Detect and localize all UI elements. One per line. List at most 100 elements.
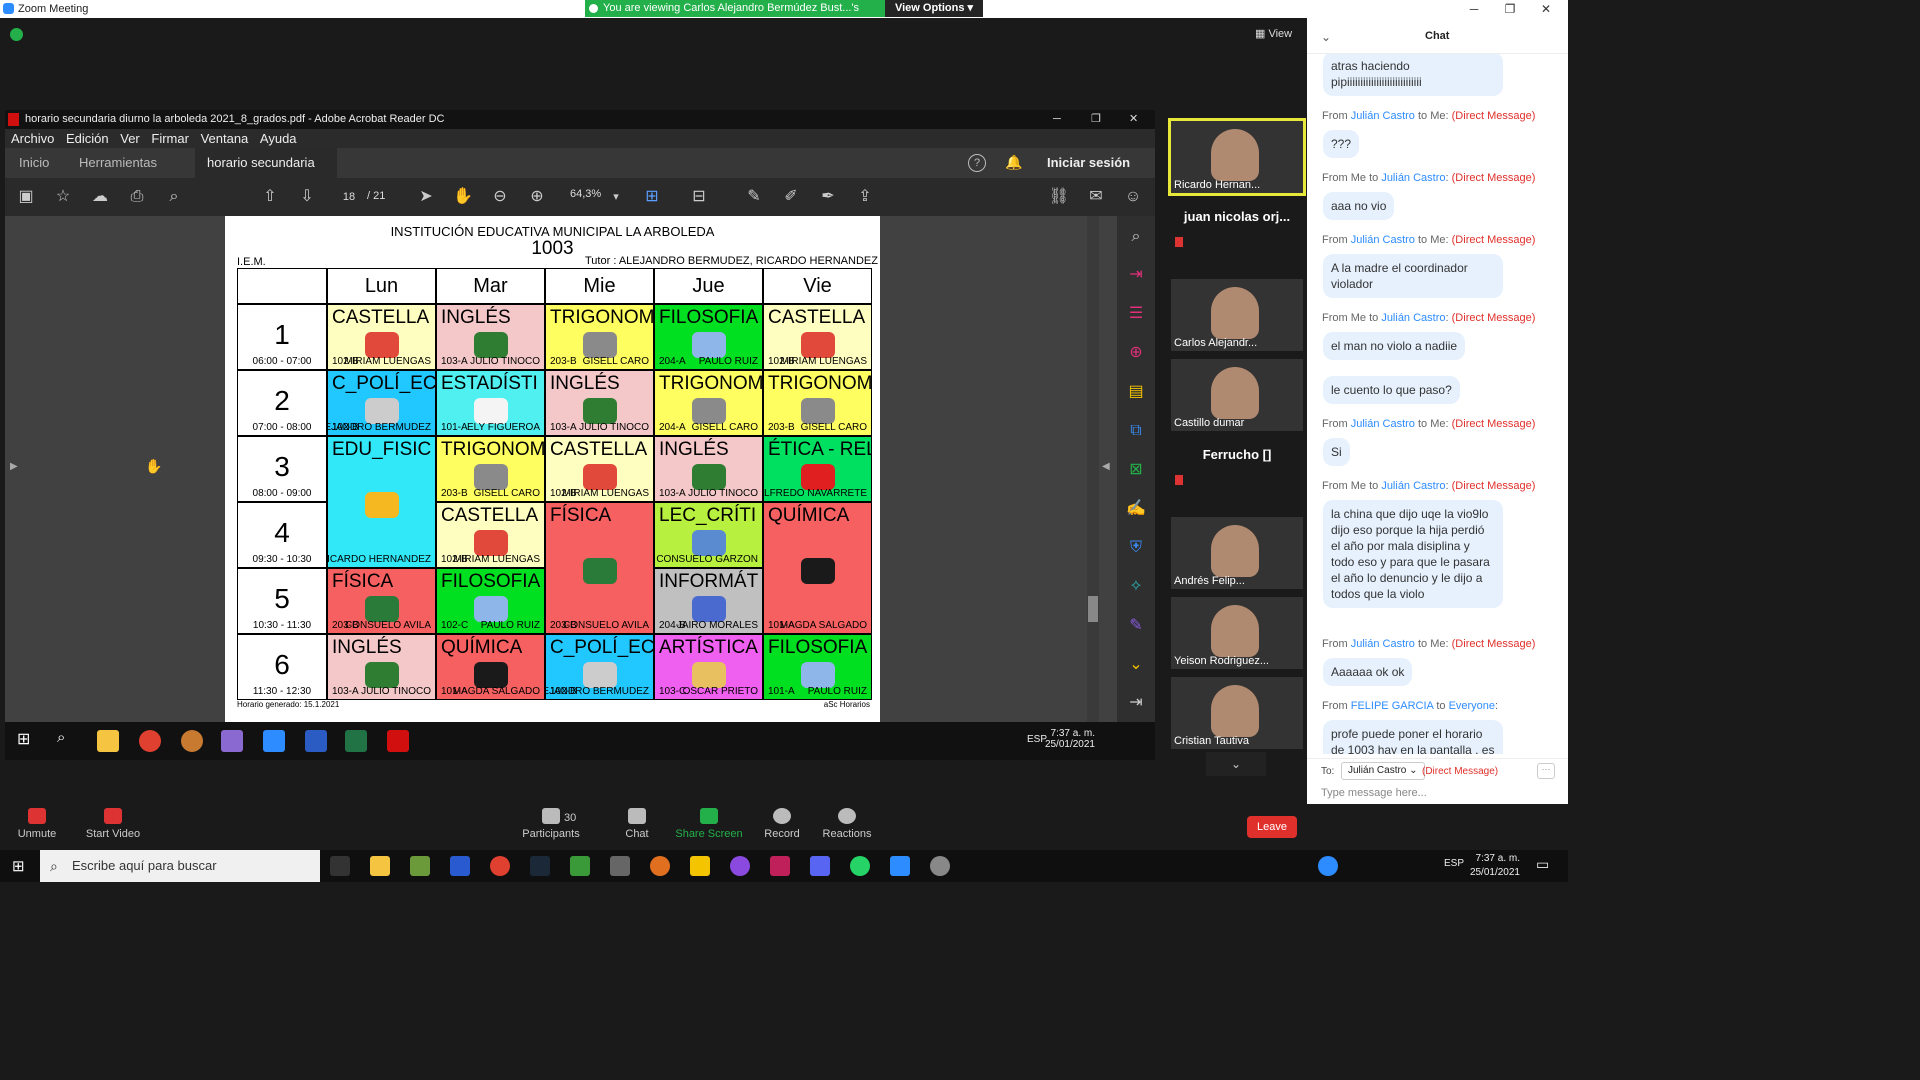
- sign-icon[interactable]: ✒: [817, 186, 839, 208]
- participant-tile[interactable]: Andrés Felip...: [1171, 517, 1303, 589]
- star-icon[interactable]: ☆: [52, 186, 74, 208]
- fill-sign-icon[interactable]: ✍: [1125, 498, 1147, 520]
- menu-archivo[interactable]: Archivo: [11, 131, 54, 146]
- participant-tile[interactable]: Castillo dumar: [1171, 359, 1303, 431]
- search-icon[interactable]: ⌕: [1125, 226, 1147, 248]
- app-icon-2[interactable]: [570, 856, 590, 876]
- protect-icon[interactable]: ⛨: [1125, 537, 1147, 559]
- signin-button[interactable]: Iniciar sesión: [1047, 155, 1130, 170]
- menu-firmar[interactable]: Firmar: [151, 131, 189, 146]
- windows-start-icon[interactable]: ⊞: [12, 857, 25, 875]
- print-icon[interactable]: ⎙: [126, 186, 148, 208]
- windows-search-input[interactable]: ⌕ Escribe aquí para buscar: [40, 850, 320, 882]
- app-icon-1[interactable]: [450, 856, 470, 876]
- page-up-icon[interactable]: ⇧: [259, 186, 281, 208]
- participant-tile[interactable]: Cristian Tautiva: [1171, 677, 1303, 749]
- acrobat-restore-icon[interactable]: ❐: [1091, 110, 1101, 129]
- menu-ayuda[interactable]: Ayuda: [260, 131, 297, 146]
- scrollbar-thumb[interactable]: [1088, 596, 1098, 622]
- explorer-icon[interactable]: [370, 856, 390, 876]
- app-icon-4[interactable]: [650, 856, 670, 876]
- minimize-icon[interactable]: ─: [1456, 0, 1492, 18]
- scroll-down-participants-icon[interactable]: ⌄: [1206, 752, 1266, 776]
- bell-icon[interactable]: 🔔: [1005, 154, 1022, 171]
- menu-ventana[interactable]: Ventana: [201, 131, 249, 146]
- zoom-taskbar-icon[interactable]: [890, 856, 910, 876]
- close-icon[interactable]: ✕: [1528, 0, 1564, 18]
- app-icon-5[interactable]: [690, 856, 710, 876]
- help-icon[interactable]: ?: [968, 154, 986, 172]
- share-screen-button[interactable]: Share Screen: [672, 808, 746, 840]
- more-options-icon[interactable]: ···: [1537, 763, 1555, 779]
- page-number-input[interactable]: 18: [335, 188, 363, 206]
- export-pdf-icon[interactable]: ⇥: [1125, 264, 1147, 286]
- zoom-dropdown-icon[interactable]: ▾: [605, 186, 627, 208]
- right-panel-toggle-icon[interactable]: ◀: [1102, 461, 1110, 472]
- chat-message-bubble[interactable]: le cuento lo que paso?: [1323, 376, 1460, 404]
- chat-message-bubble[interactable]: atras haciendo pipiiiiiiiiiiiiiiiiiiiiii…: [1323, 54, 1503, 96]
- leave-button[interactable]: Leave: [1247, 816, 1297, 838]
- chat-message-bubble[interactable]: Si: [1323, 438, 1350, 466]
- hand-tool-icon[interactable]: ✋: [452, 186, 474, 208]
- help-tray-icon[interactable]: [1318, 856, 1338, 876]
- upload-icon[interactable]: ☁: [89, 186, 111, 208]
- collapse-panel-icon[interactable]: ⇥: [1125, 692, 1147, 714]
- edit-pdf-icon[interactable]: ✎: [1125, 615, 1147, 637]
- tab-document[interactable]: horario secundaria ... ✕: [195, 148, 337, 200]
- zoom-plus-icon[interactable]: ⊕: [526, 186, 548, 208]
- acrobat-document-view[interactable]: ▶ ✋ ◀ INSTITUCIÓN EDUCATIVA MUNICIPAL LA…: [5, 216, 1155, 722]
- participant-tile[interactable]: Carlos Alejandr...: [1171, 279, 1303, 351]
- participant-tile[interactable]: Yeison Rodriguez...: [1171, 597, 1303, 669]
- comment-panel-icon[interactable]: ▤: [1125, 381, 1147, 403]
- restore-icon[interactable]: ❐: [1492, 0, 1528, 18]
- chat-collapse-icon[interactable]: ⌄: [1321, 30, 1331, 44]
- reactions-button[interactable]: Reactions: [810, 808, 884, 840]
- excel-export-icon[interactable]: ⊠: [1125, 459, 1147, 481]
- send-track-icon[interactable]: ✧: [1125, 576, 1147, 598]
- view-button[interactable]: ▦ View: [1255, 27, 1292, 40]
- discord-icon[interactable]: [810, 856, 830, 876]
- participant-tile[interactable]: Ricardo Hernan...: [1168, 118, 1306, 196]
- share-file-icon[interactable]: ⇪: [854, 186, 876, 208]
- participant-name[interactable]: juan nicolas orj...: [1171, 209, 1303, 224]
- page-down-icon[interactable]: ⇩: [296, 186, 318, 208]
- zoom-level[interactable]: 64,3%: [570, 188, 601, 200]
- more-tools-icon[interactable]: ⌄: [1125, 654, 1147, 676]
- app-icon-6[interactable]: [770, 856, 790, 876]
- organize-pages-icon[interactable]: ☰: [1125, 303, 1147, 325]
- save-icon[interactable]: ▣: [15, 186, 37, 208]
- create-pdf-icon[interactable]: ⊕: [1125, 342, 1147, 364]
- ruler-icon[interactable]: ⊟: [688, 186, 710, 208]
- comment-icon[interactable]: ✎: [743, 186, 765, 208]
- whatsapp-icon[interactable]: [850, 856, 870, 876]
- menu-ver[interactable]: Ver: [120, 131, 140, 146]
- menu-edicion[interactable]: Edición: [66, 131, 109, 146]
- add-user-icon[interactable]: ☺: [1122, 186, 1144, 208]
- mail-icon[interactable]: ✉: [1085, 186, 1107, 208]
- security-shield-icon[interactable]: [10, 28, 23, 41]
- tab-herramientas[interactable]: Herramientas: [79, 148, 157, 178]
- acrobat-minimize-icon[interactable]: ─: [1053, 110, 1061, 129]
- chrome-icon[interactable]: [490, 856, 510, 876]
- zoom-out-search-icon[interactable]: ⌕: [163, 186, 185, 208]
- chat-message-bubble[interactable]: A la madre el coordinador violador: [1323, 254, 1503, 298]
- combine-icon[interactable]: ⧉: [1125, 420, 1147, 442]
- chat-message-bubble[interactable]: aaa no vio: [1323, 192, 1395, 220]
- participants-button[interactable]: Participants: [514, 808, 588, 840]
- acrobat-close-icon[interactable]: ✕: [1129, 110, 1138, 129]
- minecraft-icon[interactable]: [410, 856, 430, 876]
- participant-name[interactable]: Ferrucho []: [1171, 447, 1303, 462]
- chat-input[interactable]: Type message here...: [1321, 787, 1427, 799]
- fit-page-icon[interactable]: ⊞: [641, 186, 663, 208]
- chat-message-bubble[interactable]: la china que dijo uqe la vio9lo dijo eso…: [1323, 500, 1503, 608]
- record-button[interactable]: Record: [745, 808, 819, 840]
- recipient-select[interactable]: Julián Castro ⌄: [1341, 762, 1425, 780]
- chat-message-bubble[interactable]: profe puede poner el horario de 1003 hay…: [1323, 720, 1503, 754]
- chat-message-bubble[interactable]: Aaaaaa ok ok: [1323, 658, 1413, 686]
- chat-message-bubble[interactable]: el man no violo a nadiie: [1323, 332, 1466, 360]
- unmute-button[interactable]: Unmute: [0, 808, 74, 840]
- tab-inicio[interactable]: Inicio: [19, 148, 49, 178]
- messenger-icon[interactable]: [730, 856, 750, 876]
- zoom-minus-icon[interactable]: ⊖: [489, 186, 511, 208]
- start-video-button[interactable]: Start Video: [76, 808, 150, 840]
